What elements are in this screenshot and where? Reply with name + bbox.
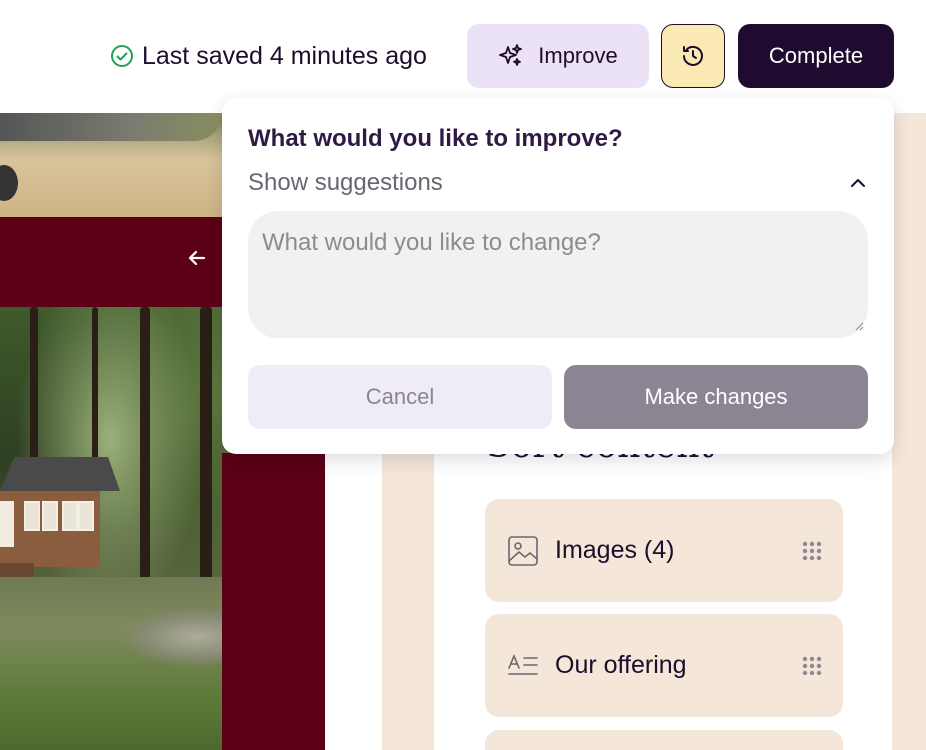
saved-status-text: Last saved 4 minutes ago bbox=[142, 41, 427, 70]
image-icon bbox=[508, 535, 538, 566]
make-changes-button[interactable]: Make changes bbox=[564, 365, 868, 429]
chevron-up-icon[interactable] bbox=[848, 173, 868, 193]
history-icon bbox=[683, 45, 703, 66]
cabin bbox=[0, 457, 120, 585]
improve-button[interactable]: Improve bbox=[467, 24, 649, 88]
sort-item-partial[interactable] bbox=[485, 730, 843, 750]
complete-button[interactable]: Complete bbox=[738, 24, 894, 88]
preview-hero-image bbox=[0, 113, 222, 217]
saved-status: Last saved 4 minutes ago bbox=[110, 40, 427, 72]
history-button[interactable] bbox=[661, 24, 725, 88]
sort-item-label: Our offering bbox=[555, 651, 687, 679]
change-request-input[interactable] bbox=[248, 211, 868, 338]
improve-popover: What would you like to improve? Show sug… bbox=[222, 98, 894, 454]
sort-item-our-offering[interactable]: Our offering bbox=[485, 614, 843, 717]
top-bar: Last saved 4 minutes ago Improve Complet… bbox=[0, 0, 926, 113]
sort-item-images[interactable]: Images (4) bbox=[485, 499, 843, 602]
cancel-button[interactable]: Cancel bbox=[248, 365, 552, 429]
improve-button-label: Improve bbox=[538, 43, 618, 68]
arrow-left-icon[interactable] bbox=[186, 247, 208, 269]
preview-banner bbox=[0, 217, 222, 307]
sort-item-label: Images (4) bbox=[555, 536, 675, 564]
resize-grip-icon[interactable] bbox=[854, 321, 864, 331]
popover-title: What would you like to improve? bbox=[248, 125, 623, 152]
show-suggestions-label: Show suggestions bbox=[248, 169, 443, 196]
drag-handle-icon[interactable] bbox=[801, 655, 823, 677]
text-block-icon bbox=[508, 653, 538, 675]
drag-handle-icon[interactable] bbox=[801, 540, 823, 562]
show-suggestions-toggle[interactable]: Show suggestions bbox=[248, 168, 868, 198]
sparkles-icon bbox=[499, 44, 523, 66]
check-circle-icon bbox=[111, 45, 133, 67]
